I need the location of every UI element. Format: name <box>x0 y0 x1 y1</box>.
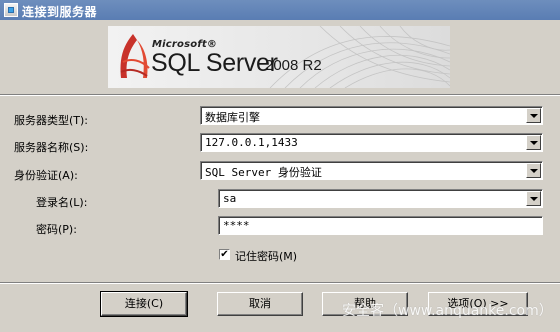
window-title: 连接到服务器 <box>22 5 98 19</box>
login-value: sa <box>223 192 237 205</box>
server-type-value: 数据库引擎 <box>205 111 260 124</box>
product-name: SQL Server <box>151 49 278 77</box>
title-bar: 连接到服务器 <box>0 0 560 20</box>
password-label: 密码(P): <box>36 223 77 236</box>
product-version: 2008 R2 <box>265 57 322 74</box>
banner-area: Microsoft® SQL Server 2008 R2 <box>0 20 560 94</box>
chevron-down-icon[interactable] <box>526 135 541 150</box>
sql-server-banner: Microsoft® SQL Server 2008 R2 <box>108 26 450 88</box>
login-label: 登录名(L): <box>36 196 88 209</box>
password-field[interactable]: **** <box>218 216 543 235</box>
server-name-value: 127.0.0.1,1433 <box>205 136 298 149</box>
authentication-label: 身份验证(A): <box>14 169 78 182</box>
sql-connect-icon <box>4 3 18 17</box>
authentication-value: SQL Server 身份验证 <box>205 166 322 179</box>
connect-button[interactable]: 连接(C) <box>100 291 188 317</box>
login-combobox[interactable]: sa <box>218 189 543 208</box>
chevron-down-icon[interactable] <box>526 163 541 178</box>
remember-password-checkbox[interactable]: ✔ <box>219 249 230 260</box>
server-name-combobox[interactable]: 127.0.0.1,1433 <box>200 133 543 152</box>
cancel-button[interactable]: 取消 <box>217 292 303 316</box>
chevron-down-icon[interactable] <box>526 191 541 206</box>
password-value: **** <box>223 219 250 232</box>
server-type-label: 服务器类型(T): <box>14 114 89 127</box>
server-name-label: 服务器名称(S): <box>14 141 89 154</box>
remember-password-label[interactable]: 记住密码(M) <box>235 248 297 264</box>
sql-server-logo-icon <box>120 34 150 78</box>
chevron-down-icon[interactable] <box>526 108 541 123</box>
watermark: 安全客（www.anquanke.com） <box>342 303 553 319</box>
banner-divider <box>0 94 560 96</box>
server-type-select[interactable]: 数据库引擎 <box>200 106 543 125</box>
buttons-divider <box>0 282 560 284</box>
authentication-select[interactable]: SQL Server 身份验证 <box>200 161 543 180</box>
